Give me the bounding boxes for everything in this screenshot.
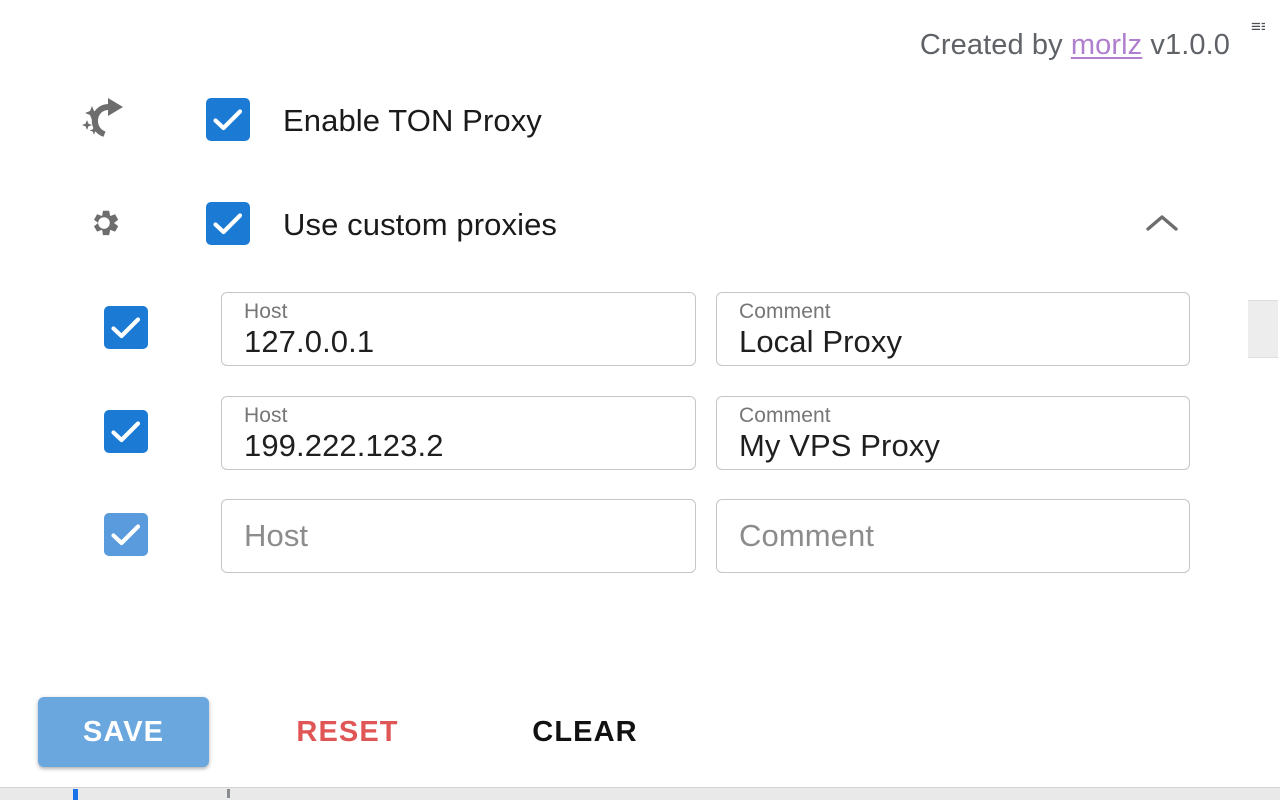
credit-prefix: Created by [919,29,1071,61]
proxy-comment-input[interactable]: Comment [716,499,1190,573]
proxy-row: Host Comment [0,499,1244,573]
comment-field-label: Comment [739,403,831,427]
author-link[interactable]: morlz [1071,29,1142,61]
gear-icon [80,199,128,247]
check-icon [213,212,243,234]
ton-sparkle-arrow-icon [80,95,128,143]
version-label: v1.0.0 [1142,29,1230,61]
background-page-blue-mark [73,789,78,800]
collapse-custom-proxies-button[interactable] [1134,206,1190,242]
option-row-use-custom-proxies: Use custom proxies [0,190,1244,256]
chevron-up-icon [1146,215,1178,231]
action-bar: SAVE RESET CLEAR [0,697,1244,777]
background-page-bottom-strip [0,787,1280,800]
proxy-enabled-checkbox[interactable] [104,410,148,453]
checkbox-box[interactable] [104,410,148,453]
enable-ton-proxy-label: Enable TON Proxy [283,103,542,138]
host-field-label: Host [244,299,288,323]
comment-field-label: Comment [739,299,831,323]
check-icon [111,523,141,545]
use-custom-proxies-checkbox[interactable] [206,202,250,245]
checkbox-box[interactable] [104,306,148,349]
proxy-settings-panel: Created by morlz v1.0.0 Enable TON Proxy… [0,0,1244,788]
proxy-row: Host 199.222.123.2 Comment My VPS Proxy [0,396,1244,470]
check-icon [111,420,141,442]
extension-popup-window: ≡≡ Created by morlz v1.0.0 [0,0,1280,800]
enable-ton-proxy-checkbox[interactable] [206,98,250,141]
proxy-row: Host 127.0.0.1 Comment Local Proxy [0,292,1244,366]
check-icon [213,108,243,130]
host-field-label: Host [244,403,288,427]
proxy-enabled-checkbox[interactable] [104,513,148,556]
background-page-right-strip: ≡≡ [1243,0,1280,788]
host-field-value: 127.0.0.1 [244,323,375,359]
host-field-placeholder: Host [244,518,309,553]
checkbox-box[interactable] [104,513,148,556]
host-field-value: 199.222.123.2 [244,427,444,463]
comment-field-value: Local Proxy [739,323,903,359]
use-custom-proxies-label: Use custom proxies [283,207,558,242]
checkbox-box[interactable] [206,98,250,141]
save-button[interactable]: SAVE [38,697,209,767]
clear-button[interactable]: CLEAR [505,697,665,767]
background-page-gray-mark [227,789,230,798]
checkbox-box[interactable] [206,202,250,245]
proxy-host-input[interactable]: Host 127.0.0.1 [221,292,696,366]
proxy-comment-input[interactable]: Comment Local Proxy [716,292,1190,366]
proxy-host-input[interactable]: Host 199.222.123.2 [221,396,696,470]
proxy-enabled-checkbox[interactable] [104,306,148,349]
comment-field-placeholder: Comment [739,518,875,553]
credit-line: Created by morlz v1.0.0 [920,29,1230,62]
proxy-comment-input[interactable]: Comment My VPS Proxy [716,396,1190,470]
comment-field-value: My VPS Proxy [739,427,941,463]
option-row-enable-ton-proxy: Enable TON Proxy [0,86,1244,152]
background-page-block [1248,300,1278,358]
check-icon [111,316,141,338]
reset-button[interactable]: RESET [270,697,425,767]
background-page-partial-text: ≡≡ [1251,20,1265,36]
proxy-host-input[interactable]: Host [221,499,696,573]
